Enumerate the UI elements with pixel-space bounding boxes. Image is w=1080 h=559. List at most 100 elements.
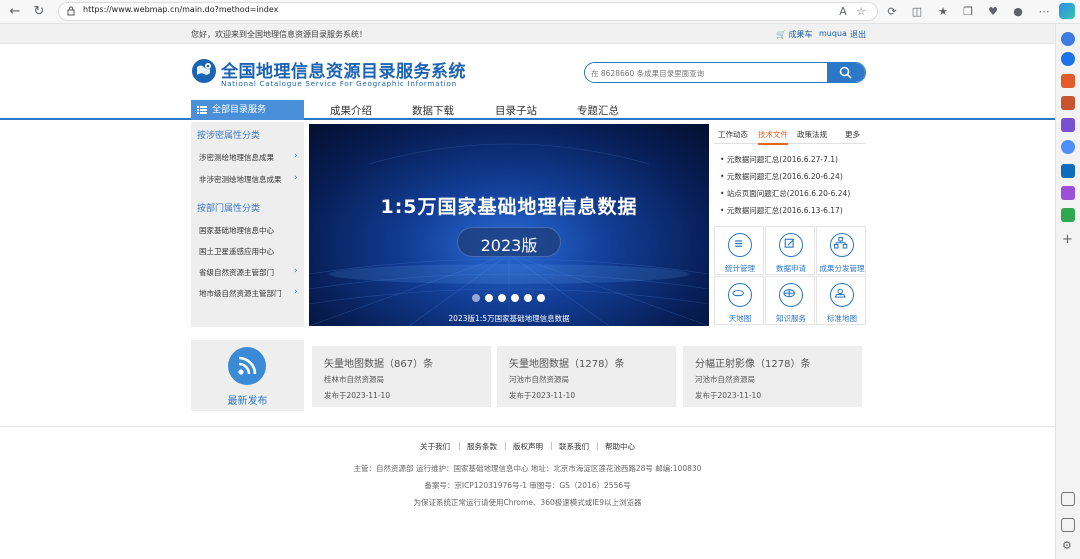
carousel-dot[interactable] bbox=[511, 294, 519, 302]
notification-icon[interactable] bbox=[1061, 32, 1075, 46]
search-icon bbox=[839, 66, 852, 79]
banner-carousel[interactable]: 1:5万国家基础地理信息数据 2023版 2023版1:5万国家基础地理信息数据 bbox=[309, 124, 709, 326]
cart-link[interactable]: 🛒 成果车 bbox=[776, 29, 813, 40]
office-icon[interactable] bbox=[1061, 140, 1075, 154]
news-item[interactable]: • 元数据问题汇总(2016.6.27-7.1) bbox=[720, 154, 838, 165]
footer: 关于我们 | 服务条款 | 版权声明 | 联系我们 | 帮助中心 主管：自然资源… bbox=[0, 426, 1055, 559]
drop-icon[interactable] bbox=[1061, 208, 1075, 222]
copilot-icon[interactable] bbox=[1059, 3, 1075, 19]
extension-icon[interactable]: ⟳ bbox=[884, 4, 900, 20]
add-icon[interactable]: + bbox=[1062, 232, 1073, 247]
outlook-icon[interactable] bbox=[1061, 164, 1075, 178]
list-icon bbox=[728, 233, 752, 257]
browser-essentials-icon[interactable]: ♥ bbox=[985, 4, 1001, 20]
release-card-title: 矢量地图数据（867）条 bbox=[324, 359, 434, 370]
service-distribution[interactable]: 成果分发管理 bbox=[816, 226, 866, 275]
service-knowledge[interactable]: 知识服务 bbox=[765, 276, 815, 325]
address-bar[interactable]: https://www.webmap.cn/main.do?method=ind… bbox=[58, 2, 878, 21]
footer-link-help[interactable]: 帮助中心 bbox=[605, 441, 635, 452]
service-statistics[interactable]: 统计管理 bbox=[714, 226, 764, 275]
news-item-text: 元数据问题汇总(2016.6.20-6.24) bbox=[726, 172, 843, 181]
search-icon[interactable] bbox=[1061, 52, 1075, 66]
carousel-dot[interactable] bbox=[498, 294, 506, 302]
news-item[interactable]: • 元数据问题汇总(2016.6.13-6.17) bbox=[720, 205, 843, 216]
category-item-municipal[interactable]: 地市级自然资源主管部门 bbox=[199, 288, 282, 299]
category-item-provincial[interactable]: 省级自然资源主管部门 bbox=[199, 267, 274, 278]
news-item[interactable]: • 站点页面问题汇总(2016.6.20-6.24) bbox=[720, 188, 850, 199]
search-button[interactable] bbox=[827, 63, 865, 82]
settings-gear-icon[interactable]: ⚙ bbox=[1062, 539, 1072, 552]
refresh-icon[interactable]: ↻ bbox=[30, 3, 48, 21]
category-item-unclassified[interactable]: 非涉密测绘地理信息成果 bbox=[199, 174, 282, 185]
knowledge-icon bbox=[779, 283, 803, 307]
category-item-ngcc[interactable]: 国家基础地理信息中心 bbox=[199, 225, 274, 236]
release-card[interactable]: 矢量地图数据（867）条 桂林市自然资源局 发布于2023-11-10 bbox=[312, 346, 491, 407]
sidebar-toggle-icon[interactable] bbox=[1061, 518, 1075, 532]
web-page: 您好，欢迎来到全国地理信息资源目录服务系统！ 🛒 成果车 muqua 退出 全国… bbox=[0, 24, 1055, 559]
footer-browser-note: 为保证系统正常运行请使用Chrome、360极速模式或IE9以上浏览器 bbox=[413, 498, 642, 507]
footer-link-copyright[interactable]: 版权声明 bbox=[513, 441, 543, 452]
news-item[interactable]: • 元数据问题汇总(2016.6.20-6.24) bbox=[720, 171, 843, 182]
read-aloud-icon[interactable]: A bbox=[835, 4, 851, 20]
news-item-text: 元数据问题汇总(2016.6.13-6.17) bbox=[726, 206, 843, 215]
shopping-icon[interactable] bbox=[1061, 74, 1075, 88]
more-menu-icon[interactable]: ⋯ bbox=[1036, 4, 1052, 20]
search-box bbox=[584, 62, 866, 83]
chevron-right-icon: › bbox=[294, 173, 298, 183]
footer-info: 主管：自然资源部 运行维护：国家基础地理信息中心 地址：北京市海淀区莲花池西路2… bbox=[353, 464, 702, 473]
username-link[interactable]: muqua bbox=[819, 29, 847, 38]
latest-releases[interactable]: 最新发布 bbox=[191, 340, 304, 411]
favorite-star-icon[interactable]: ☆ bbox=[853, 4, 869, 20]
footer-separator: | bbox=[458, 441, 461, 450]
latest-label: 最新发布 bbox=[227, 396, 268, 407]
release-card-org: 河池市自然资源局 bbox=[695, 375, 755, 384]
service-data-request[interactable]: 数据申请 bbox=[765, 226, 815, 275]
carousel-dot[interactable] bbox=[472, 294, 480, 302]
map-pin-icon bbox=[830, 283, 854, 307]
screenshot-icon[interactable] bbox=[1061, 492, 1075, 506]
tab-tech-docs[interactable]: 技术文件 bbox=[758, 129, 788, 145]
tab-policy[interactable]: 政策法规 bbox=[797, 129, 827, 140]
carousel-dot[interactable] bbox=[537, 294, 545, 302]
tools-icon[interactable] bbox=[1061, 96, 1075, 110]
news-tabs: 工作动态 技术文件 政策法规 更多 bbox=[714, 124, 866, 145]
footer-link-terms[interactable]: 服务条款 bbox=[467, 441, 497, 452]
footer-link-about[interactable]: 关于我们 bbox=[420, 441, 450, 452]
logout-link[interactable]: 退出 bbox=[850, 29, 866, 40]
category-group-department: 按部门属性分类 bbox=[197, 204, 261, 214]
banner-version: 2023版 bbox=[480, 236, 538, 255]
carousel-dot[interactable] bbox=[485, 294, 493, 302]
release-card[interactable]: 矢量地图数据（1278）条 河池市自然资源局 发布于2023-11-10 bbox=[497, 346, 676, 407]
service-standard-map[interactable]: 标准地图 bbox=[816, 276, 866, 325]
nav-download[interactable]: 数据下载 bbox=[412, 103, 454, 118]
split-screen-icon[interactable]: ◫ bbox=[909, 4, 925, 20]
tab-work-news[interactable]: 工作动态 bbox=[718, 129, 748, 140]
profile-icon[interactable]: ● bbox=[1010, 4, 1026, 20]
welcome-text: 您好，欢迎来到全国地理信息资源目录服务系统！ bbox=[191, 30, 367, 39]
release-card[interactable]: 分幅正射影像（1278）条 河池市自然资源局 发布于2023-11-10 bbox=[683, 346, 862, 407]
collections-icon[interactable]: ❐ bbox=[960, 4, 976, 20]
browser-toolbar: ← ↻ https://www.webmap.cn/main.do?method… bbox=[0, 0, 1080, 24]
nav-all-catalog[interactable]: 全部目录服务 bbox=[191, 100, 304, 120]
url-text: https://www.webmap.cn/main.do?method=ind… bbox=[83, 5, 279, 14]
service-tianditu[interactable]: 天地图 bbox=[714, 276, 764, 325]
category-item-classified[interactable]: 涉密测绘地理信息成果 bbox=[199, 152, 274, 163]
favorites-icon[interactable]: ★ bbox=[935, 4, 951, 20]
search-input[interactable] bbox=[591, 67, 821, 79]
chevron-right-icon: › bbox=[294, 287, 298, 297]
category-item-satellite[interactable]: 国土卫星遥感应用中心 bbox=[199, 246, 274, 257]
footer-link-contact[interactable]: 联系我们 bbox=[559, 441, 589, 452]
service-label: 数据申请 bbox=[776, 264, 806, 273]
banner-title: 1:5万国家基础地理信息数据 bbox=[380, 196, 638, 218]
release-card-date: 发布于2023-11-10 bbox=[509, 391, 576, 400]
tab-more[interactable]: 更多 bbox=[845, 129, 860, 140]
nav-substations[interactable]: 目录子站 bbox=[495, 103, 537, 118]
designer-icon[interactable] bbox=[1061, 186, 1075, 200]
carousel-dot[interactable] bbox=[524, 294, 532, 302]
back-icon[interactable]: ← bbox=[6, 3, 24, 21]
nav-intro[interactable]: 成果介绍 bbox=[330, 103, 372, 118]
nav-topics[interactable]: 专题汇总 bbox=[577, 103, 619, 118]
games-icon[interactable] bbox=[1061, 118, 1075, 132]
release-card-org: 河池市自然资源局 bbox=[509, 375, 569, 384]
network-icon bbox=[830, 233, 854, 257]
